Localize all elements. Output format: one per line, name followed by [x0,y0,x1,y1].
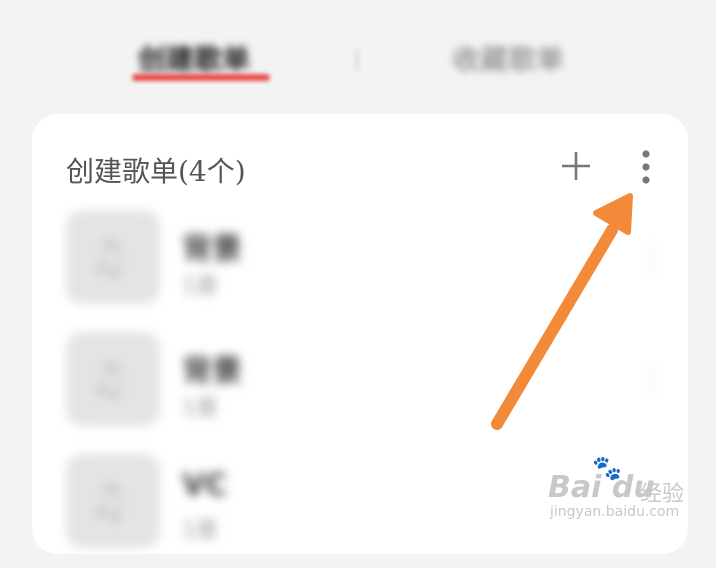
music-note-icon: ♫ [88,232,128,283]
tab-bar: 创建歌单 收藏歌单 [0,0,716,110]
playlist-cover: ♫ [66,210,160,304]
baidu-jingyan-watermark: Bai du 🐾 经验 jingyan.baidu.com [548,454,708,524]
watermark-url: jingyan.baidu.com [550,504,680,520]
plus-icon[interactable] [560,150,592,182]
list-item[interactable]: ♫ 背景 1首 ⋮ [32,324,688,446]
playlist-count: 1首 [182,274,218,299]
list-item[interactable]: ♫ 背景 1首 ⋮ [32,202,688,324]
playlist-cover: ♫ [66,454,160,548]
playlist-name: 背景 [182,354,242,389]
row-more-icon[interactable]: ⋮ [638,366,664,396]
active-tab-indicator [132,74,270,81]
music-note-icon: ♫ [88,354,128,405]
vertical-ellipsis-icon[interactable] [632,148,660,186]
tab-collected-playlists[interactable]: 收藏歌单 [452,40,564,80]
playlist-count: 1首 [182,396,218,421]
playlist-cover: ♫ [66,332,160,426]
paw-icon: 🐾 [592,454,622,482]
row-more-icon[interactable]: ⋮ [638,244,664,274]
tab-divider [356,50,358,70]
playlist-count: 1首 [182,518,218,543]
music-note-icon: ♫ [88,476,128,527]
playlist-name: 背景 [182,232,242,267]
section-title: 创建歌单(4个) [66,155,246,188]
playlist-name: VC [182,468,228,503]
